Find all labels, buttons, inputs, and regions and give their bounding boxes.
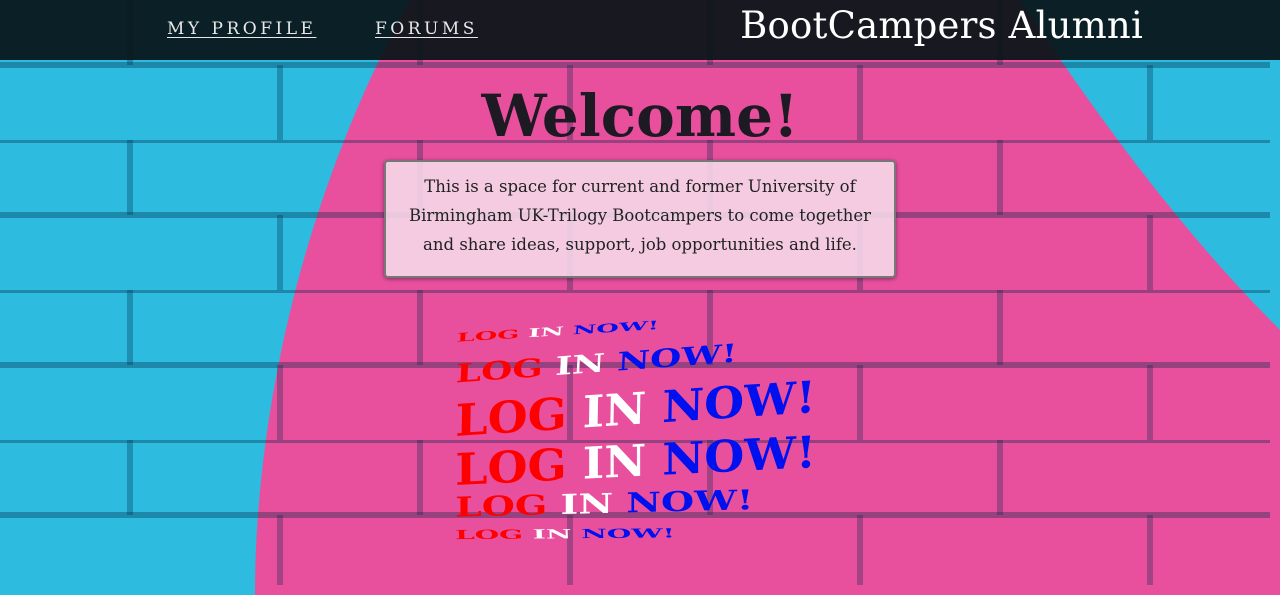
login-banner-word: IN xyxy=(554,348,606,382)
login-banner-word: IN xyxy=(560,486,614,521)
login-banner-word: LOG xyxy=(456,327,520,345)
login-banner-word: IN xyxy=(582,434,647,490)
login-banner-word: LOG xyxy=(454,526,524,543)
welcome-heading: Welcome! xyxy=(481,82,799,150)
nav-link-my-profile[interactable]: MY PROFILE xyxy=(167,19,316,39)
login-banner-word: LOG xyxy=(455,488,548,524)
login-banner-word: NOW! xyxy=(662,426,817,486)
login-banner-word: LOG xyxy=(454,387,568,447)
login-banner-word: NOW! xyxy=(580,525,676,542)
site-brand-title: BootCampers Alumni xyxy=(740,4,1143,47)
login-banner-word: IN xyxy=(582,382,647,439)
login-banner-row: LOG IN NOW! xyxy=(455,525,811,543)
login-banner-word: LOG xyxy=(455,438,567,496)
login-banner-word: NOW! xyxy=(572,318,660,338)
intro-text: This is a space for current and former U… xyxy=(409,177,871,254)
login-banner-word: NOW! xyxy=(661,371,817,433)
intro-text-box: This is a space for current and former U… xyxy=(384,160,896,278)
login-banner-word: LOG xyxy=(455,352,544,389)
top-navbar: MY PROFILE FORUMS BootCampers Alumni xyxy=(0,0,1280,60)
login-banner-word: NOW! xyxy=(626,483,754,519)
login-now-banner[interactable]: LOG IN NOW! LOG IN NOW! LOG IN NOW! LOG IN … xyxy=(454,312,817,557)
login-banner-word: IN xyxy=(527,324,565,341)
login-banner-word: IN xyxy=(532,526,572,542)
nav-link-forums[interactable]: FORUMS xyxy=(375,19,478,39)
login-banner-word: NOW! xyxy=(616,338,738,377)
